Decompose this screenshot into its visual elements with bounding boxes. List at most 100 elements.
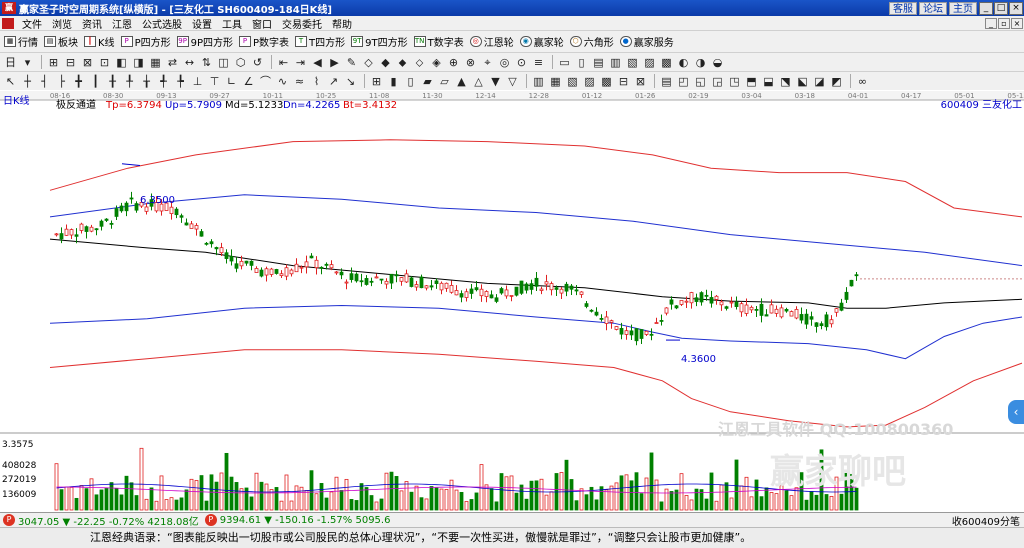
menu-settings[interactable]: 设置: [187, 16, 217, 31]
draw-tool-icon[interactable]: ▤: [659, 74, 674, 89]
horizontal-icon[interactable]: ↔: [182, 55, 197, 70]
draw-tool-icon[interactable]: ▥: [531, 74, 546, 89]
cross-circle-icon[interactable]: ⊗: [463, 55, 478, 70]
split-icon[interactable]: ◫: [216, 55, 231, 70]
draw-tool-icon[interactable]: ▨: [582, 74, 597, 89]
vertical-icon[interactable]: ⇅: [199, 55, 214, 70]
half-circle-b-icon[interactable]: ◒: [710, 55, 725, 70]
grid-toggle-icon[interactable]: ⊠: [80, 55, 95, 70]
next-icon[interactable]: ▶: [327, 55, 342, 70]
draw-tool-icon[interactable]: ▧: [565, 74, 580, 89]
draw-tool-icon[interactable]: ◱: [693, 74, 708, 89]
draw-tool-icon[interactable]: ⌇: [309, 74, 324, 89]
kline-chart[interactable]: 日K线 极反通道 Tp=6.3794 Up=5.7909 Md=5.1233 Dn=4.2…: [0, 91, 1024, 512]
toolbar-sectors-button[interactable]: ▤ 板块: [44, 34, 78, 49]
draw-tool-icon[interactable]: ⌒: [258, 74, 273, 89]
draw-tool-icon[interactable]: ▩: [599, 74, 614, 89]
menu-file[interactable]: 文件: [17, 16, 47, 31]
toolbar-p-number-button[interactable]: P P数字表: [239, 34, 289, 49]
draw-tool-icon[interactable]: ▲: [454, 74, 469, 89]
lines-icon[interactable]: ≡: [531, 55, 546, 70]
menu-tools[interactable]: 工具: [217, 16, 247, 31]
hexagon-tool-icon[interactable]: ⬡: [233, 55, 248, 70]
menu-window[interactable]: 窗口: [247, 16, 277, 31]
draw-tool-icon[interactable]: ◰: [676, 74, 691, 89]
menu-help[interactable]: 帮助: [327, 16, 357, 31]
toolbar-hexagon-button[interactable]: ⬡ 六角形: [569, 34, 614, 49]
close-icon[interactable]: ×: [1009, 1, 1023, 15]
draw-tool-icon[interactable]: ⬔: [778, 74, 793, 89]
swap-icon[interactable]: ⇄: [165, 55, 180, 70]
half-circle-l-icon[interactable]: ◐: [676, 55, 691, 70]
first-icon[interactable]: ⇤: [276, 55, 291, 70]
diag-hatch-icon[interactable]: ▧: [625, 55, 640, 70]
refresh-icon[interactable]: ↺: [250, 55, 265, 70]
dropdown-icon[interactable]: ▾: [20, 55, 35, 70]
draw-tool-icon[interactable]: ▼: [488, 74, 503, 89]
draw-tool-icon[interactable]: ◪: [812, 74, 827, 89]
customer-service-link[interactable]: 客服: [889, 1, 917, 15]
draw-tool-icon[interactable]: ▽: [505, 74, 520, 89]
last-icon[interactable]: ⇥: [293, 55, 308, 70]
zoom-in-icon[interactable]: ⊞: [46, 55, 61, 70]
draw-tool-icon[interactable]: ┼: [20, 74, 35, 89]
draw-tool-icon[interactable]: ◩: [829, 74, 844, 89]
draw-tool-icon[interactable]: ⊞: [369, 74, 384, 89]
minimize-icon[interactable]: _: [979, 1, 993, 15]
draw-tool-icon[interactable]: ▱: [437, 74, 452, 89]
draw-tool-icon[interactable]: ≈: [292, 74, 307, 89]
chevron-left-icon[interactable]: ‹: [1008, 400, 1024, 424]
window-icon[interactable]: ⊡: [97, 55, 112, 70]
draw-tool-icon[interactable]: ┤: [37, 74, 52, 89]
plus-circle-icon[interactable]: ⊕: [446, 55, 461, 70]
cursor-icon[interactable]: ↖: [3, 74, 18, 89]
menu-formula[interactable]: 公式选股: [137, 16, 187, 31]
vhatch-icon[interactable]: ▥: [608, 55, 623, 70]
rectangle-icon[interactable]: ▭: [557, 55, 572, 70]
toolbar-p-square-button[interactable]: P P四方形: [120, 34, 171, 49]
draw-tool-icon[interactable]: ◲: [710, 74, 725, 89]
zoom-out-icon[interactable]: ⊟: [63, 55, 78, 70]
draw-tool-icon[interactable]: ∞: [855, 74, 870, 89]
draw-tool-icon[interactable]: ▦: [548, 74, 563, 89]
menu-trade[interactable]: 交易委托: [277, 16, 327, 31]
draw-tool-icon[interactable]: ↘: [343, 74, 358, 89]
draw-tool-icon[interactable]: ▰: [420, 74, 435, 89]
half-circle-r-icon[interactable]: ◑: [693, 55, 708, 70]
toolbar-9p-square-button[interactable]: 9P 9P四方形: [176, 34, 233, 49]
diamond-fill-icon[interactable]: ◆: [378, 55, 393, 70]
menu-browse[interactable]: 浏览: [47, 16, 77, 31]
target-icon[interactable]: ⌖: [480, 55, 495, 70]
draw-tool-icon[interactable]: ┃: [88, 74, 103, 89]
draw-tool-icon[interactable]: ╄: [173, 74, 188, 89]
draw-tool-icon[interactable]: ∿: [275, 74, 290, 89]
right-pane-icon[interactable]: ◨: [131, 55, 146, 70]
homepage-link[interactable]: 主页: [949, 1, 977, 15]
draw-tool-icon[interactable]: ╀: [122, 74, 137, 89]
rdiag-hatch-icon[interactable]: ▨: [642, 55, 657, 70]
draw-tool-icon[interactable]: ◳: [727, 74, 742, 89]
draw-tool-icon[interactable]: ⊤: [207, 74, 222, 89]
draw-tool-icon[interactable]: ⬓: [761, 74, 776, 89]
mdi-restore-icon[interactable]: ▫: [998, 17, 1010, 29]
mdi-close-icon[interactable]: ×: [1011, 17, 1023, 29]
toolbar-quotes-button[interactable]: ▦ 行情: [4, 34, 38, 49]
crosshatch-icon[interactable]: ▩: [659, 55, 674, 70]
draw-tool-icon[interactable]: ⬕: [795, 74, 810, 89]
toolbar-service-button[interactable]: ● 赢家服务: [619, 34, 674, 49]
toolbar-gann-wheel-button[interactable]: ◎ 江恩轮: [469, 34, 514, 49]
draw-tool-icon[interactable]: ⬒: [744, 74, 759, 89]
toolbar-t-number-button[interactable]: TN T数字表: [413, 34, 464, 49]
prev-icon[interactable]: ◀: [310, 55, 325, 70]
toolbar-kline-button[interactable]: ┃ K线: [84, 34, 115, 49]
draw-tool-icon[interactable]: ├: [54, 74, 69, 89]
draw-tool-icon[interactable]: ⊠: [633, 74, 648, 89]
hatch-icon[interactable]: ▤: [591, 55, 606, 70]
day-period-icon[interactable]: 日: [3, 55, 18, 70]
draw-tool-icon[interactable]: ⊟: [616, 74, 631, 89]
mdi-minimize-icon[interactable]: _: [985, 17, 997, 29]
draw-tool-icon[interactable]: ↗: [326, 74, 341, 89]
toolbar-9t-square-button[interactable]: 9T 9T四方形: [351, 34, 408, 49]
draw-tool-icon[interactable]: ∠: [241, 74, 256, 89]
draw-tool-icon[interactable]: ▯: [403, 74, 418, 89]
